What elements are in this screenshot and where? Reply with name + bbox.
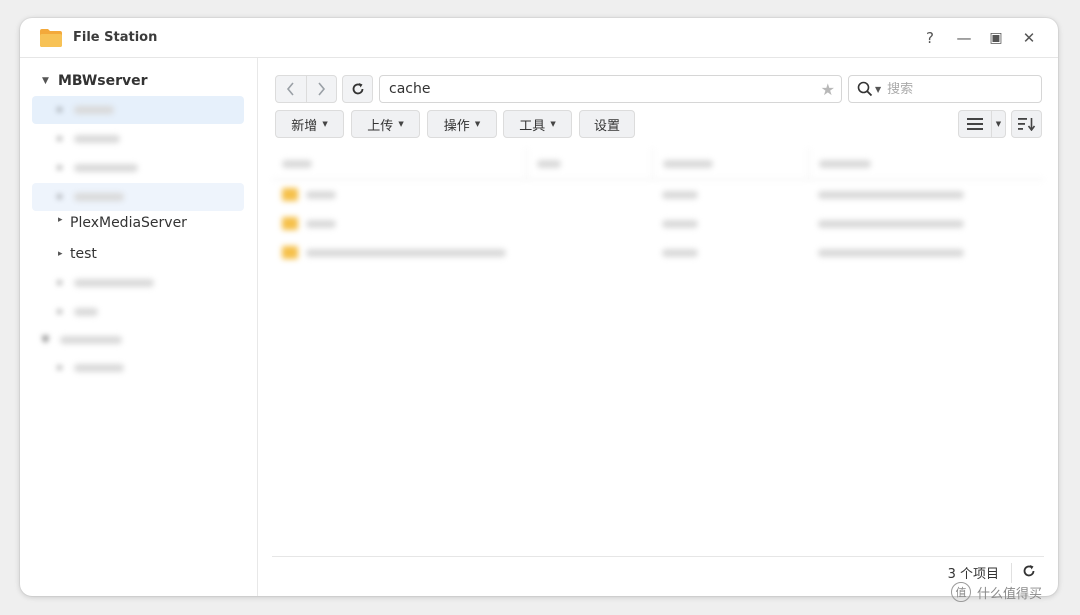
chevron-right-icon	[318, 82, 326, 96]
tree-item-blurred-6[interactable]: ▸	[58, 298, 98, 326]
caret-down-icon: ▼	[42, 76, 49, 86]
help-button[interactable]: ?	[920, 28, 940, 48]
watermark-logo-icon: 值	[951, 582, 971, 602]
path-text: cache	[389, 81, 431, 97]
tree-item-plexmediaserver[interactable]: ▸ PlexMediaServer	[58, 211, 187, 231]
status-bar: 3 个项目	[272, 556, 1044, 588]
item-count: 3 个项目	[947, 567, 999, 582]
file-station-folder-icon	[40, 29, 62, 47]
tree-item-blurred-2[interactable]: ▸	[58, 125, 120, 153]
list-view-button[interactable]	[959, 111, 991, 137]
caret-down-icon: ▼	[322, 120, 328, 128]
refresh-icon	[352, 83, 363, 95]
minimize-button[interactable]: —	[954, 28, 974, 48]
settings-button[interactable]: 设置	[579, 110, 635, 138]
search-input[interactable]	[887, 81, 1028, 97]
folder-icon	[282, 217, 298, 230]
tree-item-blurred-7[interactable]: ▸	[58, 354, 124, 382]
search-icon	[857, 81, 873, 97]
folder-icon	[282, 188, 298, 201]
refresh-button[interactable]	[342, 75, 373, 103]
table-row[interactable]	[272, 238, 1044, 267]
title-bar: File Station ? — ▣ ✕	[20, 18, 1058, 58]
watermark: 值 什么值得买	[951, 582, 1042, 602]
search-field[interactable]: ▼	[848, 75, 1042, 103]
tree-root-blurred[interactable]: ▼	[42, 326, 122, 354]
divider	[1011, 562, 1012, 583]
tools-button[interactable]: 工具 ▼	[503, 110, 572, 138]
tree-item-blurred-5[interactable]: ▸	[58, 269, 154, 297]
column-header[interactable]	[652, 148, 808, 179]
tree-item-blurred-4[interactable]: ▸	[58, 183, 124, 211]
tree-item-blurred-3[interactable]: ▸	[58, 154, 138, 182]
file-station-window: File Station ? — ▣ ✕ ▼ MBWserver ▸ ▸ ▸ ▸…	[20, 18, 1058, 596]
action-button[interactable]: 操作 ▼	[427, 110, 497, 138]
tree-item-test[interactable]: ▸ test	[58, 240, 97, 268]
table-row[interactable]	[272, 209, 1044, 238]
view-mode-control: ▼	[958, 110, 1006, 138]
view-dropdown-button[interactable]: ▼	[991, 111, 1005, 137]
settings-label: 设置	[593, 118, 620, 134]
tree-root-label: MBWserver	[58, 73, 148, 89]
caret-right-icon: ▸	[58, 215, 63, 225]
footer-refresh-button[interactable]	[1022, 564, 1036, 582]
create-label: 新增	[291, 118, 318, 134]
create-button[interactable]: 新增 ▼	[275, 110, 344, 138]
close-button[interactable]: ✕	[1019, 28, 1039, 48]
history-nav	[275, 75, 337, 103]
window-title: File Station	[73, 30, 158, 45]
tree-item-label: PlexMediaServer	[70, 215, 187, 231]
star-icon[interactable]: ★	[821, 80, 835, 99]
tree-item-label: test	[70, 246, 97, 262]
tools-label: 工具	[519, 118, 546, 134]
caret-right-icon: ▸	[58, 249, 63, 259]
upload-button[interactable]: 上传 ▼	[351, 110, 420, 138]
maximize-button[interactable]: ▣	[986, 28, 1006, 48]
caret-down-icon: ▼	[550, 120, 556, 128]
watermark-text: 什么值得买	[977, 586, 1043, 602]
path-bar[interactable]: cache ★	[379, 75, 842, 103]
main-panel: cache ★ ▼ 新增 ▼ 上传 ▼ 操作 ▼ 工具 ▼ 设置	[258, 58, 1058, 596]
list-view-icon	[967, 118, 983, 130]
table-row[interactable]	[272, 180, 1044, 209]
action-label: 操作	[443, 118, 470, 134]
sort-button[interactable]	[1011, 110, 1042, 138]
folder-tree-sidebar: ▼ MBWserver ▸ ▸ ▸ ▸ ▸ PlexMediaServer ▸ …	[20, 58, 258, 596]
chevron-left-icon	[286, 82, 294, 96]
caret-down-icon: ▼	[398, 120, 404, 128]
sort-icon	[1017, 118, 1035, 131]
file-list-header	[272, 148, 1044, 180]
caret-down-icon[interactable]: ▼	[875, 85, 881, 94]
refresh-icon	[1023, 564, 1035, 576]
tree-root-mbwserver[interactable]: ▼ MBWserver	[42, 67, 148, 95]
column-header[interactable]	[808, 148, 1028, 179]
folder-icon	[282, 246, 298, 259]
upload-label: 上传	[367, 118, 394, 134]
caret-down-icon: ▼	[474, 120, 481, 128]
column-header[interactable]	[272, 148, 526, 179]
column-header[interactable]	[526, 148, 652, 179]
tree-item-blurred-1[interactable]: ▸	[58, 96, 114, 124]
forward-button[interactable]	[305, 76, 337, 102]
back-button[interactable]	[276, 76, 306, 102]
file-list	[272, 148, 1044, 288]
caret-down-icon: ▼	[995, 120, 1002, 128]
